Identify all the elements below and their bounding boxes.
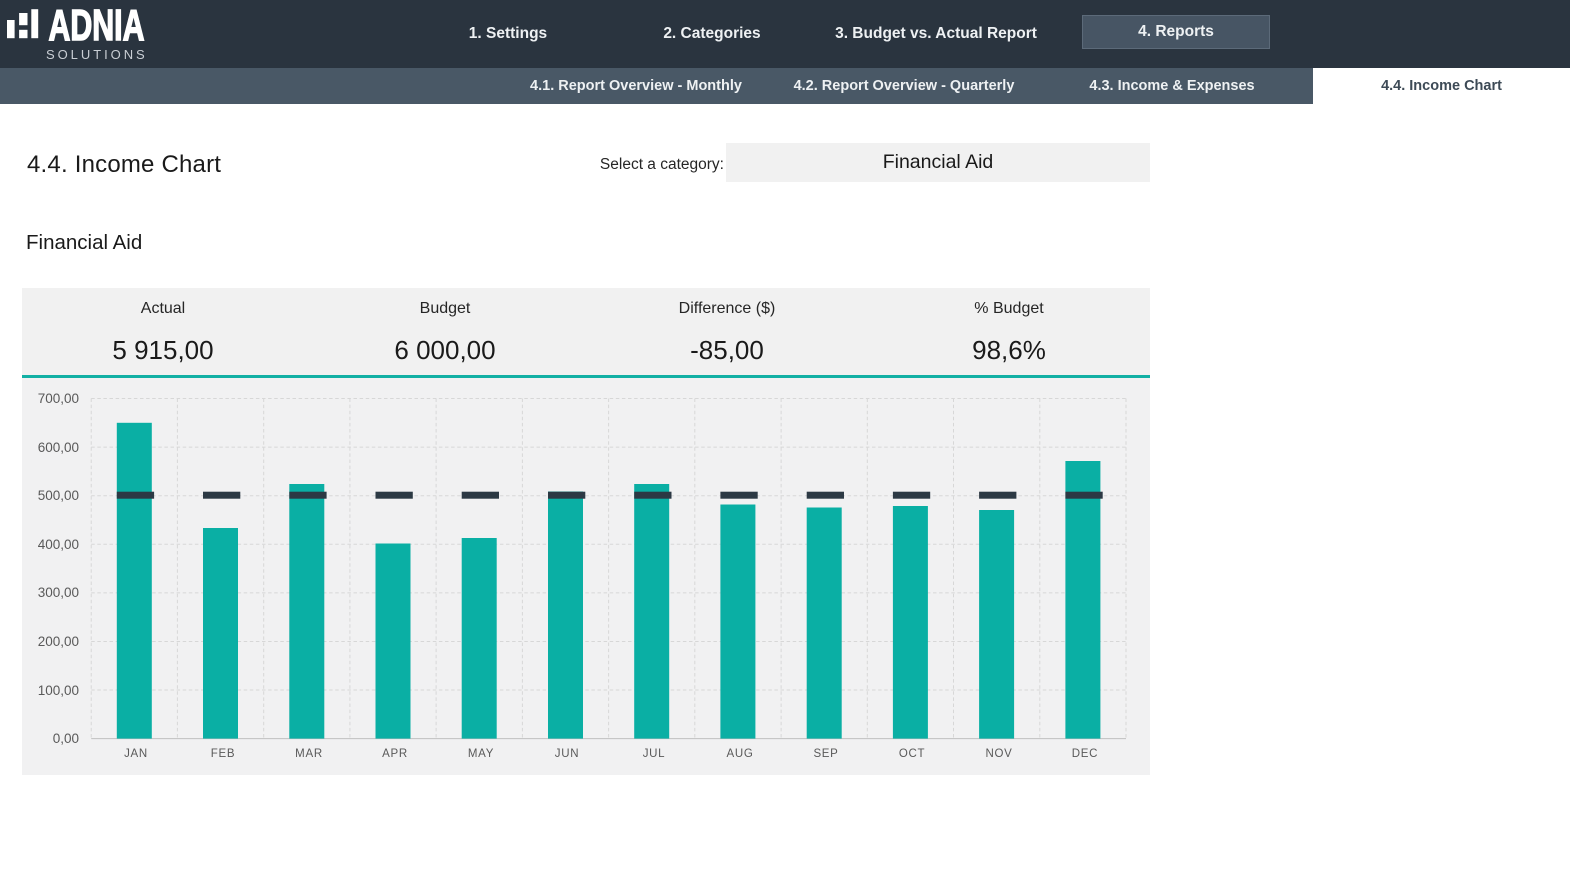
svg-text:ADNIA: ADNIA xyxy=(49,1,145,50)
